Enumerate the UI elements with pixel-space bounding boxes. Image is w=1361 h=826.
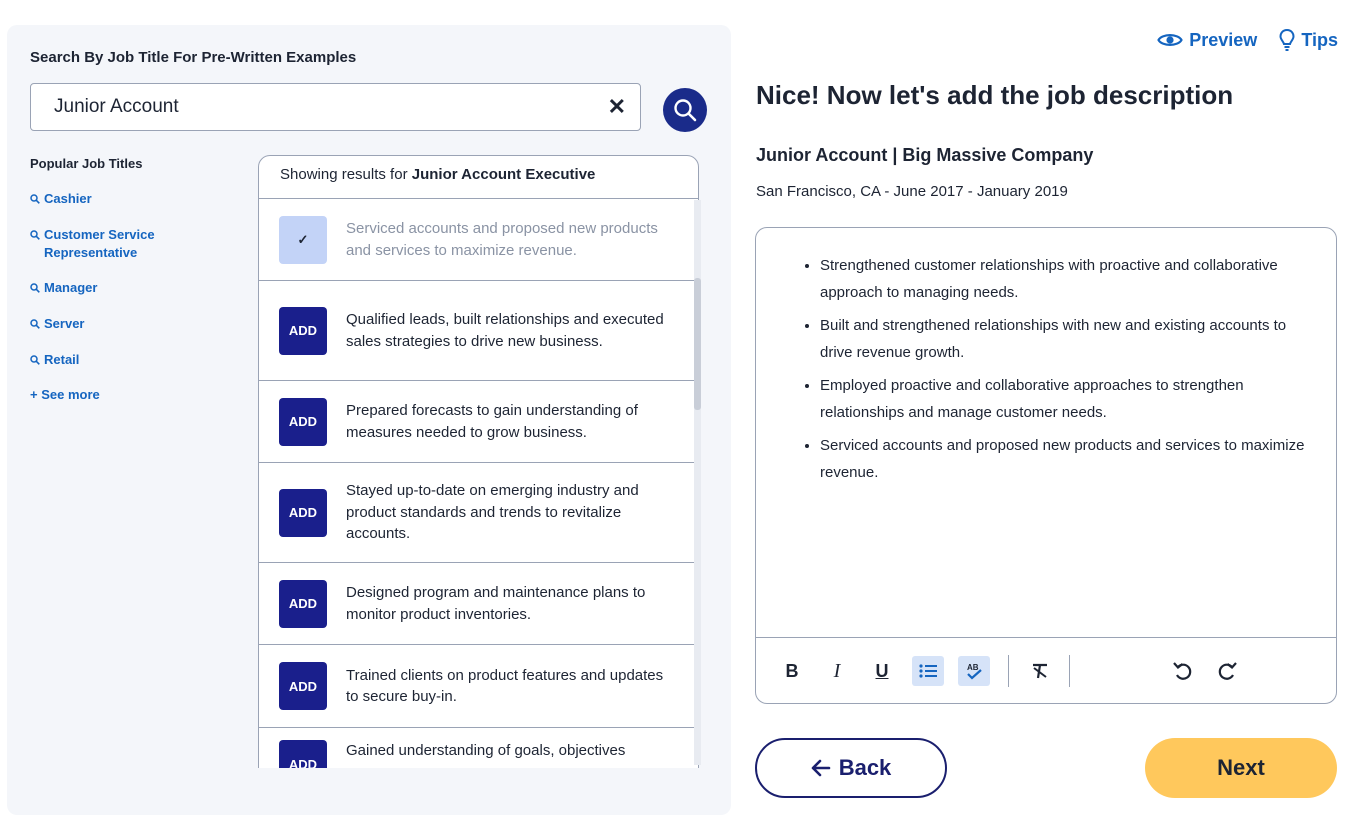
results-prefix: Showing results for — [280, 166, 412, 183]
top-links: Preview Tips — [1157, 28, 1338, 52]
popular-item-label: Customer Service Representative — [44, 227, 155, 260]
result-text: Serviced accounts and proposed new produ… — [346, 220, 658, 259]
lightbulb-icon — [1279, 28, 1295, 51]
back-button[interactable]: Back — [755, 738, 947, 798]
result-item: ADD Prepared forecasts to gain understan… — [259, 381, 698, 463]
add-button[interactable]: ADD — [279, 488, 327, 537]
popular-item-customer-service-representative[interactable]: Customer Service Representative — [30, 226, 230, 262]
popular-job-titles-list: Cashier Customer Service Representative … — [30, 190, 230, 402]
scrollbar-thumb[interactable] — [694, 278, 701, 410]
description-bullet[interactable]: Built and strengthened relationships wit… — [820, 312, 1310, 366]
result-item: ADD Gained understanding of goals, objec… — [259, 728, 698, 768]
add-button[interactable]: ADD — [279, 306, 327, 355]
add-button[interactable]: ADD — [279, 662, 327, 710]
results-query: Junior Account Executive — [411, 166, 596, 183]
spellcheck-icon: AB — [967, 663, 982, 680]
redo-icon — [1218, 662, 1237, 680]
add-button[interactable]: ADD — [279, 579, 327, 628]
job-description-editor[interactable]: Strengthened customer relationships with… — [755, 227, 1337, 704]
job-title-company: Junior Account | Big Massive Company — [756, 145, 1094, 165]
search-icon — [30, 280, 44, 298]
description-bullet[interactable]: Serviced accounts and proposed new produ… — [820, 432, 1310, 486]
bold-button[interactable]: B — [776, 656, 808, 686]
results-scrollbar[interactable] — [694, 200, 701, 765]
popular-item-server[interactable]: Server — [30, 315, 230, 334]
popular-item-label: Manager — [44, 280, 98, 295]
popular-item-label: Server — [44, 316, 85, 331]
result-item: ADD Stayed up-to-date on emerging indust… — [259, 463, 698, 563]
job-location-dates: San Francisco, CA - June 2017 - January … — [756, 183, 1068, 200]
description-bullet-list[interactable]: Strengthened customer relationships with… — [800, 252, 1310, 492]
result-text: Qualified leads, built relationships and… — [346, 311, 664, 350]
search-icon — [30, 227, 44, 245]
editor-toolbar: B I U AB — [756, 637, 1336, 703]
popular-item-label: Cashier — [44, 191, 92, 206]
next-button[interactable]: Next — [1145, 738, 1337, 798]
popular-item-retail[interactable]: Retail — [30, 351, 230, 370]
search-heading: Search By Job Title For Pre-Written Exam… — [30, 49, 357, 66]
popular-item-label: Retail — [44, 352, 80, 367]
tips-label: Tips — [1301, 29, 1338, 50]
search-icon — [30, 316, 44, 334]
toolbar-divider — [1008, 655, 1009, 687]
back-label: Back — [838, 755, 892, 780]
result-text: Prepared forecasts to gain understanding… — [346, 402, 638, 441]
italic-button[interactable]: I — [821, 656, 853, 686]
search-icon — [30, 191, 44, 209]
popular-item-cashier[interactable]: Cashier — [30, 190, 230, 209]
description-bullet[interactable]: Strengthened customer relationships with… — [820, 252, 1310, 306]
spellcheck-button[interactable]: AB — [958, 656, 990, 686]
description-bullet[interactable]: Employed proactive and collaborative app… — [820, 372, 1310, 426]
result-text: Trained clients on product features and … — [346, 666, 664, 706]
tips-link[interactable]: Tips — [1279, 28, 1338, 52]
popular-job-titles-heading: Popular Job Titles — [30, 156, 143, 171]
redo-button[interactable] — [1212, 656, 1244, 686]
add-button[interactable]: ADD — [279, 397, 327, 446]
clear-formatting-button[interactable] — [1024, 656, 1056, 686]
result-text: Stayed up-to-date on emerging industry a… — [346, 482, 639, 543]
result-item: ADD Designed program and maintenance pla… — [259, 563, 698, 645]
job-title-search-input[interactable]: Junior Account ✕ — [30, 83, 641, 131]
result-item: ✓ Serviced accounts and proposed new pro… — [259, 199, 698, 281]
result-item: ADD Trained clients on product features … — [259, 645, 698, 728]
search-button[interactable] — [663, 88, 707, 132]
example-search-panel: Search By Job Title For Pre-Written Exam… — [7, 25, 731, 815]
results-list: ✓ Serviced accounts and proposed new pro… — [258, 199, 699, 768]
search-results: Showing results for Junior Account Execu… — [258, 155, 699, 768]
svg-text:AB: AB — [967, 663, 979, 672]
preview-link[interactable]: Preview — [1157, 28, 1257, 52]
page-title: Nice! Now let's add the job description — [756, 80, 1234, 110]
undo-button[interactable] — [1166, 656, 1198, 686]
see-more-link[interactable]: + See more — [30, 387, 230, 402]
search-icon — [30, 352, 44, 370]
undo-icon — [1173, 662, 1192, 680]
toolbar-divider — [1069, 655, 1070, 687]
result-text: Designed program and maintenance plans t… — [346, 584, 646, 623]
popular-item-manager[interactable]: Manager — [30, 279, 230, 298]
clear-formatting-icon — [1033, 663, 1047, 679]
added-check-button[interactable]: ✓ — [279, 215, 327, 264]
search-icon — [674, 99, 697, 122]
underline-button[interactable]: U — [866, 656, 898, 686]
result-item: ADD Qualified leads, built relationships… — [259, 281, 698, 381]
preview-label: Preview — [1189, 29, 1258, 50]
bullet-list-button[interactable] — [912, 656, 944, 686]
search-input-value: Junior Account — [54, 96, 179, 117]
add-button[interactable]: ADD — [279, 740, 327, 768]
next-label: Next — [1217, 755, 1265, 780]
arrow-left-icon — [811, 759, 831, 777]
results-header: Showing results for Junior Account Execu… — [258, 155, 699, 199]
clear-search-icon[interactable]: ✕ — [608, 95, 626, 119]
eye-icon — [1157, 34, 1184, 46]
bullet-list-icon — [919, 664, 937, 678]
result-text: Gained understanding of goals, objective… — [346, 742, 626, 759]
